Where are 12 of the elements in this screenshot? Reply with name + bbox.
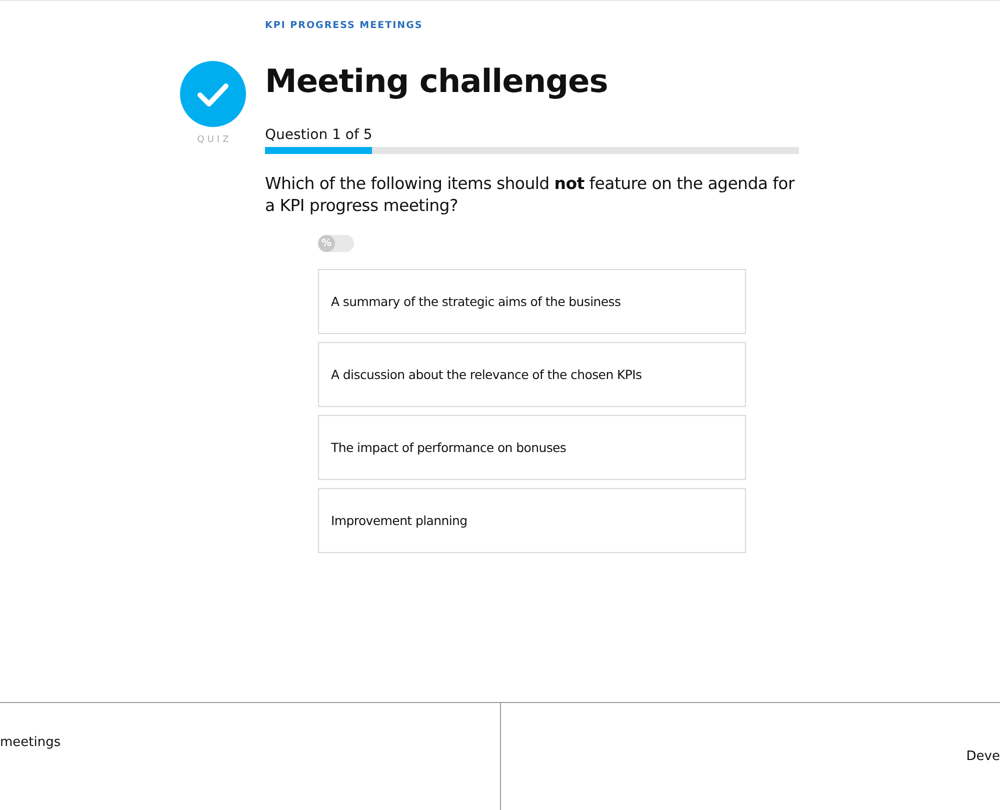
answer-option[interactable]: The impact of performance on bonuses [318,415,746,480]
answer-option[interactable]: A discussion about the relevance of the chosen KPIs [318,342,746,407]
course-title: KPI PROGRESS MEETINGS [265,20,424,31]
next-lesson-link[interactable]: Deve [966,749,1000,764]
check-circle-icon [180,61,246,127]
quiz-label: QUIZ [196,135,232,145]
previous-lesson-link[interactable]: meetings [0,735,61,750]
answer-option[interactable]: Improvement planning [318,488,746,553]
question-counter: Question 1 of 5 [265,127,374,143]
lesson-title: Meeting challenges [265,61,609,101]
question-text: Which of the following items should not feature on the agenda for a KPI progress meeting? [265,173,796,217]
answer-option[interactable]: A summary of the strategic aims of the business [318,269,746,334]
